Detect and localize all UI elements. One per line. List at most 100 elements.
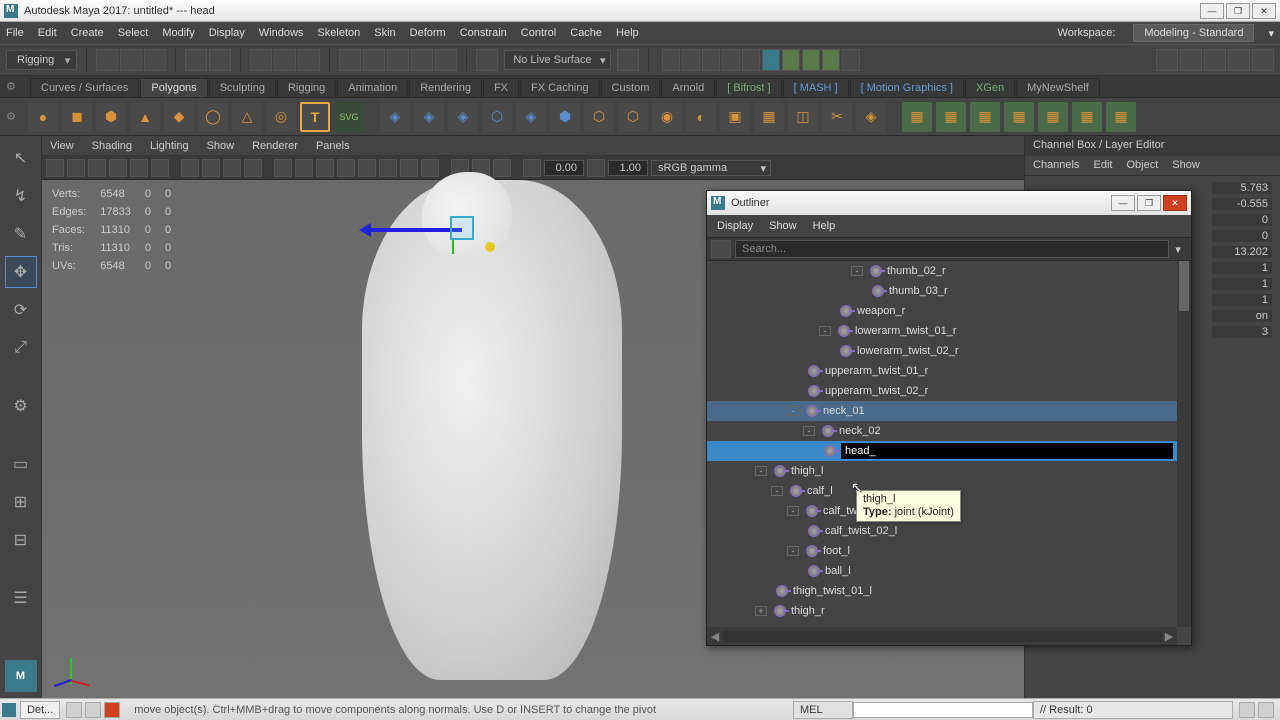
vpmenu-shading[interactable]: Shading bbox=[92, 140, 132, 152]
shelf-tab-fxcaching[interactable]: FX Caching bbox=[520, 78, 599, 97]
four-pane-icon[interactable]: ⊞ bbox=[5, 486, 37, 518]
snap-point-icon[interactable] bbox=[387, 49, 409, 71]
vp-2d-pan-icon[interactable] bbox=[130, 159, 148, 177]
menu-cache[interactable]: Cache bbox=[570, 27, 602, 39]
live-surface-dropdown[interactable]: No Live Surface bbox=[504, 50, 610, 70]
vp-isolate-icon[interactable] bbox=[451, 159, 469, 177]
move-gizmo-center-icon[interactable] bbox=[450, 216, 474, 240]
multicut-icon[interactable]: ✂ bbox=[822, 102, 852, 132]
vp-ao-icon[interactable] bbox=[379, 159, 397, 177]
menu-windows[interactable]: Windows bbox=[259, 27, 304, 39]
render-settings-icon[interactable] bbox=[702, 49, 720, 71]
expand-icon[interactable]: - bbox=[787, 406, 799, 416]
minimize-button[interactable]: — bbox=[1200, 3, 1224, 19]
smooth-icon[interactable]: ◉ bbox=[652, 102, 682, 132]
outliner-item[interactable]: weapon_r bbox=[707, 301, 1177, 321]
module-selector[interactable]: Rigging bbox=[6, 50, 77, 70]
shelf-tab-sculpting[interactable]: Sculpting bbox=[209, 78, 276, 97]
helix-icon[interactable]: ◈ bbox=[516, 102, 546, 132]
vp-exposure-value[interactable]: 0.00 bbox=[544, 160, 584, 176]
lasso-tool[interactable]: ↯ bbox=[5, 180, 37, 212]
shelf-tab-custom[interactable]: Custom bbox=[601, 78, 661, 97]
vp-wireframe-icon[interactable] bbox=[274, 159, 292, 177]
poly-type-icon[interactable]: T bbox=[300, 102, 330, 132]
outliner-item[interactable]: -thigh_l bbox=[707, 461, 1177, 481]
chbox-menu-edit[interactable]: Edit bbox=[1093, 159, 1112, 172]
single-pane-icon[interactable]: ▭ bbox=[5, 448, 37, 480]
fill-hole-icon[interactable]: ▦ bbox=[970, 102, 1000, 132]
vp-select-camera-icon[interactable] bbox=[46, 159, 64, 177]
help-icon[interactable] bbox=[1258, 702, 1274, 718]
vp-bookmark-icon[interactable] bbox=[88, 159, 106, 177]
menu-skeleton[interactable]: Skeleton bbox=[317, 27, 360, 39]
menu-select[interactable]: Select bbox=[118, 27, 149, 39]
expand-icon[interactable]: - bbox=[851, 266, 863, 276]
outliner-vscrollbar[interactable] bbox=[1177, 261, 1191, 627]
duplicate-icon[interactable]: ▦ bbox=[936, 102, 966, 132]
vp-image-plane-icon[interactable] bbox=[109, 159, 127, 177]
paint-tool[interactable]: ✎ bbox=[5, 218, 37, 250]
target-weld-icon[interactable]: ◈ bbox=[856, 102, 886, 132]
prism-icon[interactable]: ⬢ bbox=[550, 102, 580, 132]
poly-cone-icon[interactable]: ▲ bbox=[130, 102, 160, 132]
vpmenu-show[interactable]: Show bbox=[207, 140, 235, 152]
expand-icon[interactable]: - bbox=[819, 326, 831, 336]
move-gizmo-y-icon[interactable] bbox=[452, 238, 454, 254]
vp-shaded-icon[interactable] bbox=[295, 159, 313, 177]
poly-pipe-icon[interactable]: ◎ bbox=[266, 102, 296, 132]
toggle-outliner-icon[interactable] bbox=[1180, 49, 1202, 71]
poly-torus-icon[interactable]: ◯ bbox=[198, 102, 228, 132]
render-layer-icon[interactable] bbox=[802, 49, 820, 71]
paint-select-icon[interactable] bbox=[298, 49, 320, 71]
outliner-filter-icon[interactable] bbox=[711, 240, 731, 258]
render-view-icon[interactable] bbox=[782, 49, 800, 71]
menu-display[interactable]: Display bbox=[209, 27, 245, 39]
toggle-attr-editor-icon[interactable] bbox=[1228, 49, 1250, 71]
outliner-item[interactable]: thigh_twist_01_l bbox=[707, 581, 1177, 601]
poly-plane-icon[interactable]: ◆ bbox=[164, 102, 194, 132]
snap-live-icon[interactable] bbox=[435, 49, 457, 71]
vp-lights-icon[interactable] bbox=[337, 159, 355, 177]
menu-modify[interactable]: Modify bbox=[162, 27, 194, 39]
outliner-search-input[interactable]: Search... bbox=[735, 240, 1169, 258]
menu-edit[interactable]: Edit bbox=[38, 27, 57, 39]
outliner-titlebar[interactable]: Outliner — ❐ ✕ bbox=[707, 191, 1191, 215]
outliner-item[interactable]: -neck_02 bbox=[707, 421, 1177, 441]
magnet-icon[interactable] bbox=[476, 49, 498, 71]
poly-sphere-icon[interactable]: ● bbox=[28, 102, 58, 132]
expand-icon[interactable]: + bbox=[755, 606, 767, 616]
vp-gate-mask-icon[interactable] bbox=[244, 159, 262, 177]
vp-resolution-gate-icon[interactable] bbox=[223, 159, 241, 177]
shelf-options-icon[interactable]: ⚙ bbox=[6, 110, 24, 123]
chbox-menu-object[interactable]: Object bbox=[1126, 159, 1158, 172]
panel-layout-icon[interactable] bbox=[1156, 49, 1178, 71]
rotate-tool[interactable]: ⟳ bbox=[5, 294, 37, 326]
last-tool[interactable]: ⚙ bbox=[5, 390, 37, 422]
vp-view-transform-dropdown[interactable]: sRGB gamma bbox=[651, 160, 771, 176]
vp-textured-icon[interactable] bbox=[316, 159, 334, 177]
outliner-minimize-button[interactable]: — bbox=[1111, 195, 1135, 211]
outliner-item[interactable]: upperarm_twist_02_r bbox=[707, 381, 1177, 401]
soccer-icon[interactable]: ⬡ bbox=[482, 102, 512, 132]
select-tool[interactable]: ↖ bbox=[5, 142, 37, 174]
snap-grid-icon[interactable] bbox=[339, 49, 361, 71]
render-icon[interactable] bbox=[662, 49, 680, 71]
statusbar-close-icon[interactable] bbox=[104, 702, 120, 718]
poly-cube-icon[interactable]: ◼ bbox=[62, 102, 92, 132]
statusbar-script-icon[interactable] bbox=[85, 702, 101, 718]
outliner-item[interactable]: ball_l bbox=[707, 561, 1177, 581]
outliner-menu-display[interactable]: Display bbox=[717, 220, 753, 232]
shelf-tab-bifrost[interactable]: [ Bifrost ] bbox=[716, 78, 781, 97]
toggle-tool-settings-icon[interactable] bbox=[1252, 49, 1274, 71]
outliner-item[interactable] bbox=[707, 441, 1177, 461]
menu-skin[interactable]: Skin bbox=[374, 27, 395, 39]
shelf-tab-polygons[interactable]: Polygons bbox=[140, 78, 207, 97]
hypershade-icon[interactable] bbox=[722, 49, 740, 71]
chbox-menu-channels[interactable]: Channels bbox=[1033, 159, 1079, 172]
outliner-menu-help[interactable]: Help bbox=[813, 220, 836, 232]
combine-icon[interactable]: ⬡ bbox=[584, 102, 614, 132]
bevel-icon[interactable]: ◫ bbox=[788, 102, 818, 132]
close-button[interactable]: ✕ bbox=[1252, 3, 1276, 19]
boolean-icon[interactable]: ◐ bbox=[686, 102, 716, 132]
statusbar-copy-icon[interactable] bbox=[66, 702, 82, 718]
